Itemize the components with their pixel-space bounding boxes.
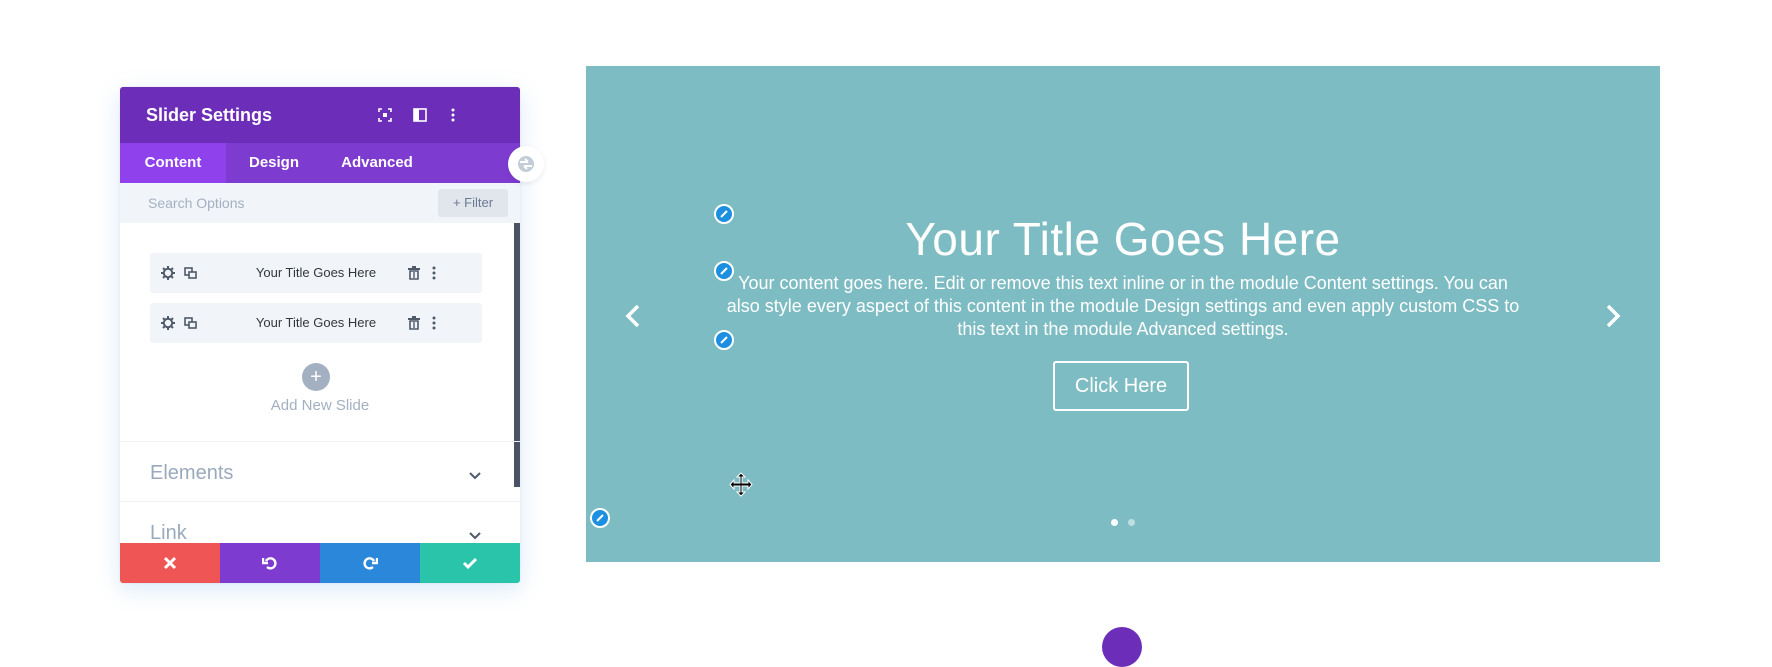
more-vertical-icon[interactable] <box>426 315 442 331</box>
more-vertical-icon[interactable] <box>445 107 461 123</box>
chevron-down-icon <box>468 468 482 482</box>
slide-dot-active[interactable] <box>1111 519 1118 526</box>
slide-dot[interactable] <box>1128 519 1135 526</box>
prev-arrow-icon[interactable] <box>620 298 648 334</box>
undo-button[interactable] <box>220 543 320 583</box>
check-icon <box>462 557 478 570</box>
slide-item[interactable]: Your Title Goes Here <box>150 253 482 293</box>
add-new-slide-label[interactable]: Add New Slide <box>120 397 520 414</box>
slide-cta-button[interactable]: Click Here <box>1053 361 1189 411</box>
redo-button[interactable] <box>320 543 420 583</box>
move-cursor-icon <box>728 472 754 503</box>
edit-pencil-icon[interactable] <box>714 330 734 350</box>
portability-button[interactable] <box>508 146 544 182</box>
tab-design[interactable]: Design <box>226 143 322 183</box>
undo-icon <box>262 557 277 570</box>
section-elements[interactable]: Elements <box>120 441 520 501</box>
panel-tabs: Content Design Advanced <box>120 143 520 183</box>
filter-button[interactable]: + Filter <box>438 189 508 217</box>
sidebar-layout-icon[interactable] <box>412 107 428 123</box>
edit-pencil-icon[interactable] <box>714 204 734 224</box>
panel-header: Slider Settings <box>120 87 520 143</box>
panel-footer <box>120 543 520 583</box>
redo-icon <box>363 557 378 570</box>
panel-title: Slider Settings <box>146 105 273 125</box>
chevron-down-icon <box>468 528 482 542</box>
tab-advanced[interactable]: Advanced <box>322 143 432 183</box>
trash-icon[interactable] <box>406 265 422 281</box>
portability-icon <box>518 156 534 172</box>
slider-settings-panel: Slider Settings Content Design Advanced … <box>120 87 520 583</box>
save-button[interactable] <box>420 543 520 583</box>
discard-button[interactable] <box>120 543 220 583</box>
add-section-button[interactable] <box>1102 627 1142 667</box>
next-arrow-icon[interactable] <box>1598 298 1626 334</box>
section-elements-label: Elements <box>150 462 234 484</box>
add-slide-plus-button[interactable]: + <box>302 363 330 391</box>
expand-icon[interactable] <box>377 107 393 123</box>
edit-pencil-icon[interactable] <box>590 508 610 528</box>
slide-title[interactable]: Your Title Goes Here <box>586 212 1660 266</box>
edit-pencil-icon[interactable] <box>714 261 734 281</box>
close-icon <box>163 556 177 570</box>
search-bar: + Filter <box>120 183 520 223</box>
slide-item[interactable]: Your Title Goes Here <box>150 303 482 343</box>
trash-icon[interactable] <box>406 315 422 331</box>
section-link-label: Link <box>150 522 187 544</box>
search-options-input[interactable] <box>134 187 434 219</box>
tab-content[interactable]: Content <box>120 143 226 183</box>
slide-body-text[interactable]: Your content goes here. Edit or remove t… <box>726 272 1520 341</box>
more-vertical-icon[interactable] <box>426 265 442 281</box>
section-link[interactable]: Link <box>120 501 520 544</box>
